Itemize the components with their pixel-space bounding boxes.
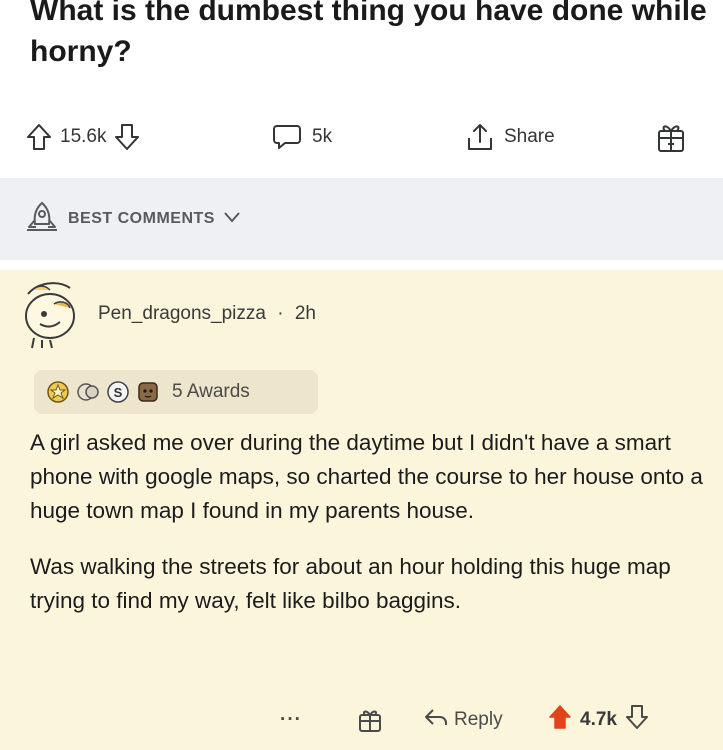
chevron-down-icon bbox=[223, 210, 241, 229]
comment-action-bar: ··· Reply 4.7k bbox=[0, 700, 723, 740]
svg-text:S: S bbox=[114, 385, 123, 400]
share-label: Share bbox=[504, 126, 555, 147]
comments-count: 5k bbox=[312, 126, 333, 147]
comment-vote-group: 4.7k bbox=[548, 700, 649, 740]
comment-vote-count: 4.7k bbox=[580, 709, 617, 730]
share-icon bbox=[466, 122, 494, 152]
vote-group: 15.6k bbox=[26, 112, 140, 162]
bear-award-icon bbox=[136, 380, 160, 404]
upvote-arrow-icon[interactable] bbox=[548, 704, 572, 736]
comment-age: 2h bbox=[294, 303, 316, 324]
avatar[interactable] bbox=[20, 276, 84, 350]
rocket-icon bbox=[24, 200, 60, 239]
upvote-count: 15.6k bbox=[60, 126, 107, 147]
comment-paragraph: A girl asked me over during the daytime … bbox=[30, 430, 703, 523]
reply-label: Reply bbox=[454, 709, 503, 730]
awards-box[interactable]: S 5 Awards bbox=[34, 370, 318, 414]
upvote-arrow-icon[interactable] bbox=[26, 123, 52, 151]
gift-box-icon bbox=[656, 121, 686, 153]
reply-button[interactable]: Reply bbox=[424, 700, 503, 740]
award-button[interactable] bbox=[656, 112, 686, 162]
comment-award-button[interactable] bbox=[358, 700, 382, 740]
comment-paragraph: Was walking the streets for about an hou… bbox=[30, 554, 671, 613]
meta-separator: · bbox=[277, 303, 284, 324]
gold-award-icon bbox=[46, 380, 70, 404]
speech-bubble-icon bbox=[272, 123, 302, 151]
wholesome-award-icon bbox=[76, 380, 100, 404]
sort-label: BEST COMMENTS bbox=[68, 210, 215, 227]
downvote-arrow-icon[interactable] bbox=[114, 123, 140, 151]
awards-count-label: 5 Awards bbox=[172, 381, 250, 402]
post-title: What is the dumbest thing you have done … bbox=[30, 0, 707, 68]
post-action-bar: 15.6k 5k Share bbox=[0, 112, 723, 162]
downvote-arrow-icon[interactable] bbox=[625, 704, 649, 736]
reply-arrow-icon bbox=[424, 707, 448, 733]
silver-award-icon: S bbox=[106, 380, 130, 404]
share-button[interactable]: Share bbox=[466, 112, 555, 162]
more-options-button[interactable]: ··· bbox=[280, 700, 302, 740]
gift-box-icon bbox=[359, 710, 381, 732]
comments-button[interactable]: 5k bbox=[272, 112, 332, 162]
comment-body: A girl asked me over during the daytime … bbox=[30, 426, 705, 618]
comment-author[interactable]: Pen_dragons_pizza bbox=[98, 303, 266, 324]
comment-meta: Pen_dragons_pizza · 2h bbox=[98, 303, 316, 325]
sort-bar[interactable]: BEST COMMENTS bbox=[0, 178, 723, 260]
